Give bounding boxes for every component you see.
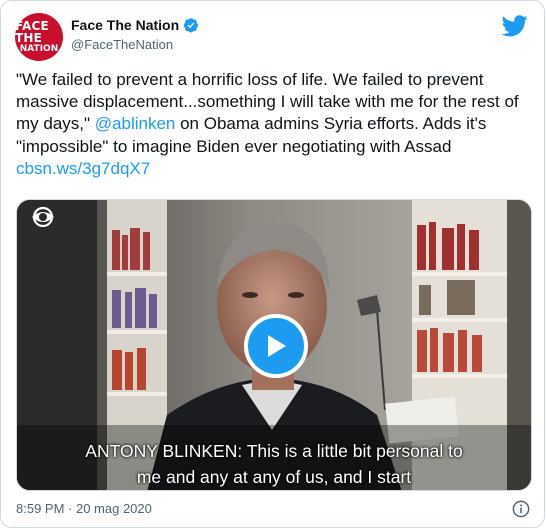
tweet-card: FACE THE NATION Face The Nation @FaceThe… <box>0 0 545 528</box>
avatar-text-bottom: NATION <box>19 44 59 54</box>
tweet-timestamp[interactable]: 8:59 PM · 20 mag 2020 <box>16 501 152 516</box>
display-name[interactable]: Face The Nation <box>71 17 179 33</box>
play-icon <box>268 335 286 357</box>
display-name-row: Face The Nation <box>71 17 199 33</box>
user-block: Face The Nation @FaceTheNation <box>71 17 199 52</box>
info-icon[interactable] <box>512 500 530 518</box>
caption-line-1: ANTONY BLINKEN: This is a little bit per… <box>85 441 463 461</box>
play-button[interactable] <box>244 314 308 378</box>
mention-link[interactable]: @ablinken <box>95 114 176 133</box>
url-link[interactable]: cbsn.ws/3g7dqX7 <box>16 159 150 178</box>
twitter-bird-icon[interactable] <box>502 15 528 37</box>
avatar-text-top: FACE THE <box>15 19 49 45</box>
tweet-text: "We failed to prevent a horrific loss of… <box>16 69 531 180</box>
video-caption: ANTONY BLINKEN: This is a little bit per… <box>17 438 531 490</box>
video-player[interactable]: ANTONY BLINKEN: This is a little bit per… <box>16 199 532 491</box>
verified-badge-icon <box>183 18 199 33</box>
caption-line-2: me and any at any of us, and I start <box>136 467 412 487</box>
user-handle[interactable]: @FaceTheNation <box>71 37 199 52</box>
cbs-eye-icon <box>32 206 54 228</box>
avatar[interactable]: FACE THE NATION <box>15 13 63 61</box>
